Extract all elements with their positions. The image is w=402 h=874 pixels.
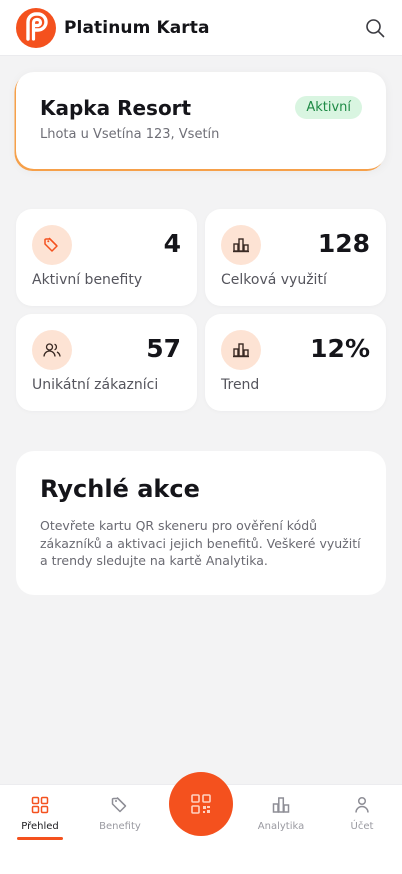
quick-actions-title: Rychlé akce	[40, 475, 200, 503]
stat-label: Unikátní zákazníci	[32, 377, 159, 393]
qr-scan-button[interactable]	[169, 772, 233, 836]
stat-card-trend[interactable]: 12% Trend	[205, 314, 386, 411]
location-address: Lhota u Vsetína 123, Vsetín	[40, 127, 220, 142]
tag-icon	[111, 796, 127, 813]
nav-item-analytika[interactable]: Analytika	[241, 785, 321, 845]
location-card[interactable]: Kapka Resort Lhota u Vsetína 123, Vsetín…	[16, 72, 386, 169]
nav-label: Přehled	[21, 821, 59, 832]
active-tab-indicator	[17, 837, 63, 840]
quick-actions-card: Rychlé akce Otevřete kartu QR skeneru pr…	[16, 451, 386, 595]
app-header: Platinum Karta	[0, 0, 402, 56]
nav-label: Analytika	[257, 821, 305, 832]
stat-label: Celková využití	[221, 272, 327, 288]
qr-scan-icon	[191, 794, 211, 814]
search-icon[interactable]	[364, 17, 386, 39]
users-icon	[32, 330, 72, 370]
nav-label: Benefity	[99, 821, 141, 832]
stat-label: Aktivní benefity	[32, 272, 143, 288]
grid-icon	[31, 796, 49, 814]
nav-item-prehled[interactable]: Přehled	[0, 785, 80, 845]
bar-chart-icon	[221, 225, 261, 265]
stat-value: 128	[317, 229, 370, 258]
nav-item-ucet[interactable]: Účet	[322, 785, 402, 845]
brand-logo	[16, 7, 56, 48]
status-badge: Aktivní	[295, 96, 362, 119]
nav-label: Účet	[350, 821, 374, 832]
tag-icon	[32, 225, 72, 265]
stat-card-unique-customers[interactable]: 57 Unikátní zákazníci	[16, 314, 197, 411]
stat-card-active-benefits[interactable]: 4 Aktivní benefity	[16, 209, 197, 306]
quick-actions-text: Otevřete kartu QR skeneru pro ověření kó…	[40, 518, 361, 568]
stat-value: 57	[146, 334, 181, 363]
bar-chart-icon	[272, 797, 290, 813]
brand-name: Platinum Karta	[64, 17, 210, 38]
bar-chart-icon	[221, 330, 261, 370]
nav-item-benefity[interactable]: Benefity	[80, 785, 160, 845]
stat-value: 12%	[310, 334, 370, 363]
user-icon	[355, 796, 369, 813]
stat-card-total-uses[interactable]: 128 Celková využití	[205, 209, 386, 306]
stat-value: 4	[163, 229, 181, 258]
stat-label: Trend	[221, 377, 260, 393]
